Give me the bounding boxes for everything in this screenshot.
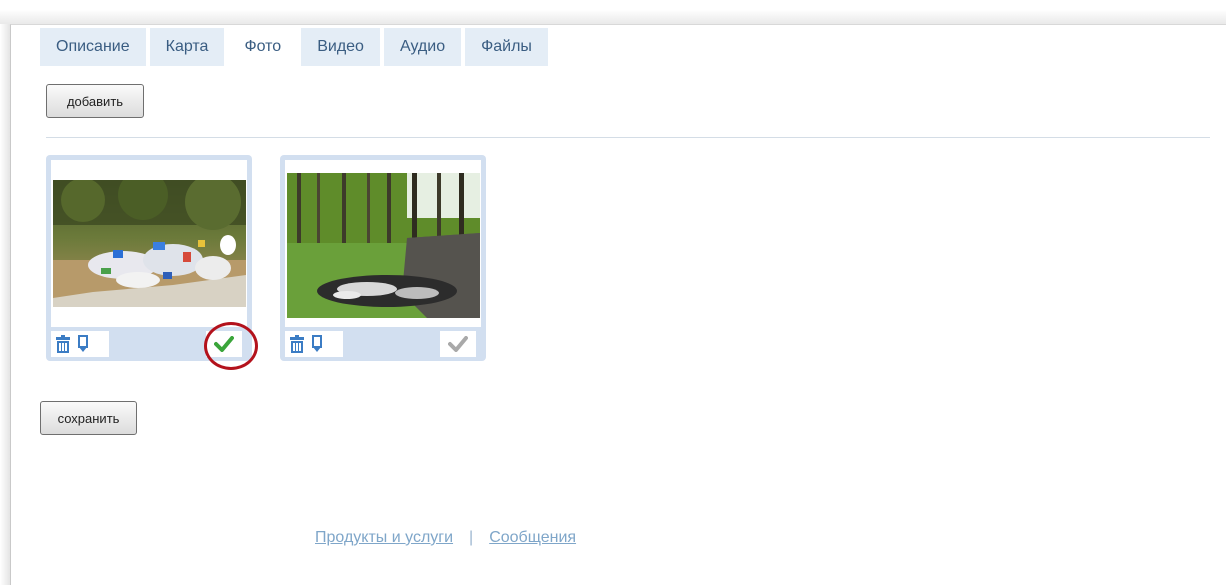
footer-link-products[interactable]: Продукты и услуги (315, 529, 453, 547)
photo-thumbnail[interactable] (287, 173, 480, 318)
photo-card (46, 155, 252, 361)
window-top-edge (0, 0, 1226, 24)
footer-link-messages[interactable]: Сообщения (489, 529, 576, 547)
trash-icon[interactable] (289, 335, 305, 353)
set-main-photo-toggle[interactable] (440, 331, 476, 357)
tab-files[interactable]: Файлы (465, 28, 548, 66)
pin-icon[interactable] (77, 335, 89, 353)
photo-frame (285, 160, 481, 327)
tab-description[interactable]: Описание (40, 28, 146, 66)
photo-tools (285, 331, 343, 357)
tab-map[interactable]: Карта (149, 28, 225, 66)
trash-icon[interactable] (55, 335, 71, 353)
window-left-edge (0, 24, 10, 585)
add-button[interactable]: добавить (46, 84, 144, 118)
tab-audio[interactable]: Аудио (383, 28, 462, 66)
photo-frame (51, 160, 247, 327)
check-icon (214, 336, 234, 352)
tab-video[interactable]: Видео (301, 28, 380, 66)
divider (46, 137, 1210, 138)
set-main-photo-toggle[interactable] (206, 331, 242, 357)
photo-tools (51, 331, 109, 357)
photo-thumbnail[interactable] (53, 180, 246, 307)
footer-separator: | (469, 529, 474, 546)
check-icon (448, 336, 468, 352)
pin-icon[interactable] (311, 335, 323, 353)
footer-links: Продукты и услуги | Сообщения (315, 529, 576, 547)
save-button[interactable]: сохранить (40, 401, 137, 435)
photo-card (280, 155, 486, 361)
tab-photo[interactable]: Фото (228, 28, 298, 66)
tab-bar: Описание Карта Фото Видео Аудио Файлы (40, 28, 548, 66)
